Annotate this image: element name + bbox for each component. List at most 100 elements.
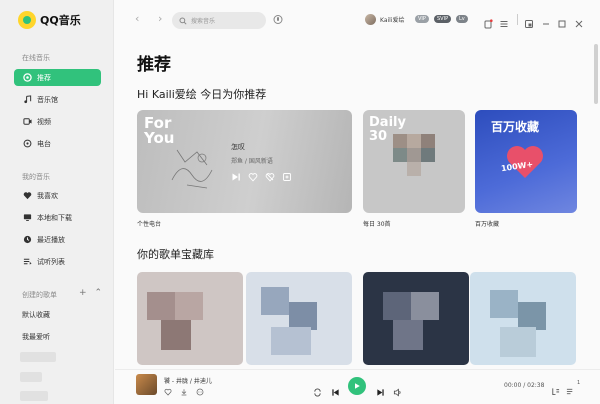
voice-search-icon[interactable] — [273, 14, 283, 26]
sidebar-item-recommend[interactable]: 推荐 — [14, 69, 101, 86]
qq-music-logo-icon — [18, 11, 36, 29]
sidebar-item-local-download[interactable]: 本地和下载 — [14, 209, 101, 226]
scrollbar[interactable] — [594, 44, 598, 104]
sidebar-item-recent[interactable]: 最近播放 — [14, 231, 101, 248]
blurred-playlist-item[interactable] — [20, 372, 42, 382]
playlist-tile[interactable] — [470, 272, 576, 365]
download-icon[interactable] — [180, 388, 188, 396]
playlist-tile[interactable] — [246, 272, 352, 365]
skin-icon[interactable] — [483, 14, 493, 29]
like-icon[interactable] — [164, 388, 172, 396]
close-icon[interactable] — [574, 14, 584, 28]
app-name: QQ音乐 — [40, 14, 81, 27]
blurred-artwork — [137, 272, 243, 365]
recommend-icon — [22, 73, 32, 83]
playlist-tile[interactable] — [137, 272, 243, 365]
blurred-artwork — [363, 272, 469, 365]
for-you-artist: 郑鱼 / 国风新语 — [231, 158, 273, 165]
million-collection-label: 百万收藏 — [475, 221, 500, 228]
mini-mode-icon[interactable] — [524, 14, 534, 28]
sidebar-item-favorites[interactable]: 我喜欢 — [14, 187, 101, 204]
now-playing-title[interactable]: 饕 - 井胧 / 井迪儿 — [164, 376, 212, 385]
dislike-icon[interactable] — [265, 172, 275, 182]
blurred-playlist-item[interactable] — [20, 352, 56, 362]
search-placeholder: 搜索音乐 — [191, 18, 216, 25]
sidebar-item-label: 本地和下载 — [37, 213, 72, 222]
previous-icon[interactable] — [331, 382, 340, 401]
for-you-card[interactable]: For You 怎叹 郑鱼 / 国风新语 — [137, 110, 352, 213]
play-icon — [355, 383, 360, 389]
greeting: Hi Kaili爱绘 今日为你推荐 — [137, 88, 267, 101]
next-icon[interactable] — [376, 382, 385, 401]
forward-icon[interactable]: › — [158, 12, 162, 25]
avatar[interactable] — [365, 14, 376, 25]
section-title-playlist-treasury: 你的歌单宝藏库 — [137, 248, 214, 261]
for-you-song-title: 怎叹 — [231, 143, 245, 151]
million-collection-title: 百万收藏 — [491, 120, 540, 134]
sidebar-item-most-loved[interactable]: 我最爱听 — [14, 328, 101, 345]
now-playing-actions — [164, 388, 204, 396]
collapse-icon[interactable]: ⌃ — [95, 288, 103, 298]
sidebar-item-label: 最近播放 — [37, 235, 65, 244]
sketch-artwork — [171, 149, 213, 189]
sidebar-item-label: 试听列表 — [37, 257, 65, 266]
sidebar-item-label: 推荐 — [37, 73, 51, 82]
level-badge[interactable]: Lv — [456, 15, 468, 23]
blurred-artwork — [470, 272, 576, 365]
sidebar-item-label: 音乐馆 — [37, 95, 58, 104]
sidebar-item-music-hall[interactable]: 音乐馆 — [14, 91, 101, 108]
daily-30-card[interactable]: Daily 30 — [363, 110, 465, 213]
page-title: 推荐 — [137, 55, 171, 75]
svip-badge[interactable]: SVIP — [434, 15, 452, 23]
for-you-controls — [231, 172, 292, 182]
queue-count: 1 — [577, 380, 581, 386]
sidebar-item-label: 我最爱听 — [22, 332, 50, 341]
million-collection-card[interactable]: 百万收藏 100W+ — [475, 110, 577, 213]
daily-30-title: Daily 30 — [369, 115, 406, 144]
sidebar-item-label: 我喜欢 — [37, 191, 58, 200]
add-playlist-icon[interactable]: + — [79, 288, 87, 298]
sidebar-item-label: 电台 — [37, 139, 51, 148]
more-icon[interactable] — [282, 172, 292, 182]
for-you-label: 个性电台 — [137, 221, 162, 228]
created-playlists-section-title: 创建的歌单 — [22, 291, 57, 299]
divider — [517, 14, 518, 25]
vip-badge[interactable]: VIP — [415, 15, 429, 23]
radio-icon — [22, 139, 32, 149]
more-options-icon[interactable] — [196, 388, 204, 396]
sidebar-item-playlist[interactable]: 试听列表 — [14, 253, 101, 270]
maximize-icon[interactable] — [557, 14, 567, 28]
blurred-playlist-item[interactable] — [20, 391, 48, 401]
username[interactable]: Kaili爱绘 — [380, 15, 405, 24]
sidebar-item-default-collection[interactable]: 默认收藏 — [14, 306, 101, 323]
daily-30-label: 每日 30首 — [363, 221, 391, 228]
player-bar: 饕 - 井胧 / 井迪儿 00:00 / 02:38 1 — [115, 369, 600, 404]
sidebar-item-label: 视频 — [37, 117, 51, 126]
sidebar-item-video[interactable]: 视频 — [14, 113, 101, 130]
my-music-section-title: 我的音乐 — [22, 173, 50, 181]
now-playing-cover[interactable] — [136, 374, 157, 395]
menu-icon[interactable] — [499, 14, 509, 27]
repeat-icon[interactable] — [313, 382, 322, 401]
like-icon[interactable] — [248, 172, 258, 182]
sidebar-item-label: 默认收藏 — [22, 310, 50, 319]
sidebar-item-radio[interactable]: 电台 — [14, 135, 101, 152]
play-next-icon[interactable] — [231, 172, 241, 182]
blurred-artwork — [246, 272, 352, 365]
back-icon[interactable]: ‹ — [135, 12, 139, 25]
monitor-icon — [22, 213, 32, 223]
play-button[interactable] — [348, 377, 366, 395]
app-logo[interactable]: QQ音乐 — [18, 11, 81, 29]
online-music-section-title: 在线音乐 — [22, 54, 50, 62]
music-note-icon — [22, 95, 32, 105]
minimize-icon[interactable] — [541, 14, 551, 25]
clock-icon — [22, 235, 32, 245]
video-icon — [22, 117, 32, 127]
queue-icon[interactable] — [566, 381, 575, 400]
search-icon — [179, 16, 187, 25]
lyrics-icon[interactable] — [551, 381, 560, 400]
volume-icon[interactable] — [393, 382, 402, 401]
heart-icon — [22, 191, 32, 201]
search-input[interactable]: 搜索音乐 — [172, 12, 266, 29]
playlist-tile[interactable] — [363, 272, 469, 365]
